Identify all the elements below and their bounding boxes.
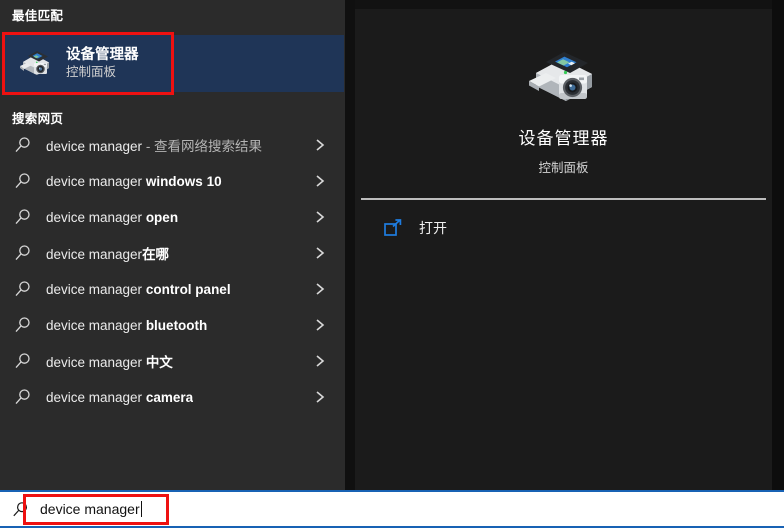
web-suggestion-label: device manager在哪 [46,247,170,262]
web-suggestion-item[interactable]: device manager 中文 [0,343,345,379]
best-match-result[interactable]: 设备管理器 控制面板 [4,35,344,92]
best-match-text: 设备管理器 控制面板 [66,46,139,81]
chevron-right-icon [315,138,325,152]
panel-gutter [345,0,355,490]
search-icon [12,501,29,518]
preview-divider [361,198,766,200]
web-suggestion-item[interactable]: device manager - 查看网络搜索结果 [0,127,345,163]
chevron-right-icon [315,210,325,224]
search-results-panel: 最佳匹配 设备管理器 控制面板 搜索网页 device manager - 查看… [0,0,345,490]
web-suggestion-item[interactable]: device manager windows 10 [0,163,345,199]
preview-top-strip [355,0,772,9]
web-suggestion-item[interactable]: device manager open [0,199,345,235]
preview-action-open[interactable]: 打开 [355,209,772,247]
search-icon [14,352,32,370]
web-suggestion-label: device manager open [46,209,179,225]
search-icon [14,244,32,262]
best-match-header: 最佳匹配 [12,9,64,23]
search-icon [14,316,32,334]
preview-title: 设备管理器 [518,129,609,148]
web-suggestion-label: device manager control panel [46,281,231,297]
chevron-right-icon [315,354,325,368]
best-match-subtitle: 控制面板 [66,65,117,79]
panel-right-edge [772,0,784,490]
search-icon [14,136,32,154]
search-icon [14,280,32,298]
text-caret [140,501,142,517]
windows-search-flyout: 最佳匹配 设备管理器 控制面板 搜索网页 device manager - 查看… [0,0,784,528]
web-suggestion-label: device manager camera [46,389,194,405]
chevron-right-icon [315,246,325,260]
search-input[interactable]: device manager [40,501,142,517]
search-icon [14,172,32,190]
open-external-icon [383,218,403,238]
preview-hero: 设备管理器 控制面板 [355,9,772,190]
chevron-right-icon [315,282,325,296]
search-input-value: device manager [40,501,140,517]
chevron-right-icon [315,390,325,404]
search-icon [14,388,32,406]
web-suggestion-label: device manager - 查看网络搜索结果 [46,139,263,154]
web-suggestion-label: device manager 中文 [46,355,173,370]
chevron-right-icon [315,318,325,332]
preview-panel: 设备管理器 控制面板 打开 [355,9,772,490]
web-suggestion-item[interactable]: device manager在哪 [0,235,345,271]
best-match-title: 设备管理器 [66,47,139,63]
preview-subtitle: 控制面板 [538,161,589,175]
web-suggestion-item[interactable]: device manager bluetooth [0,307,345,343]
device-manager-icon [18,46,54,82]
chevron-right-icon [315,174,325,188]
web-search-header: 搜索网页 [12,112,64,126]
preview-action-label: 打开 [419,220,447,236]
search-icon [14,208,32,226]
device-manager-icon [526,43,602,111]
search-bar[interactable]: device manager [0,490,784,528]
web-suggestion-item[interactable]: device manager control panel [0,271,345,307]
web-suggestion-label: device manager bluetooth [46,317,208,333]
web-suggestion-item[interactable]: device manager camera [0,379,345,415]
web-suggestion-list: device manager - 查看网络搜索结果 device manager … [0,127,345,415]
web-suggestion-label: device manager windows 10 [46,173,222,189]
